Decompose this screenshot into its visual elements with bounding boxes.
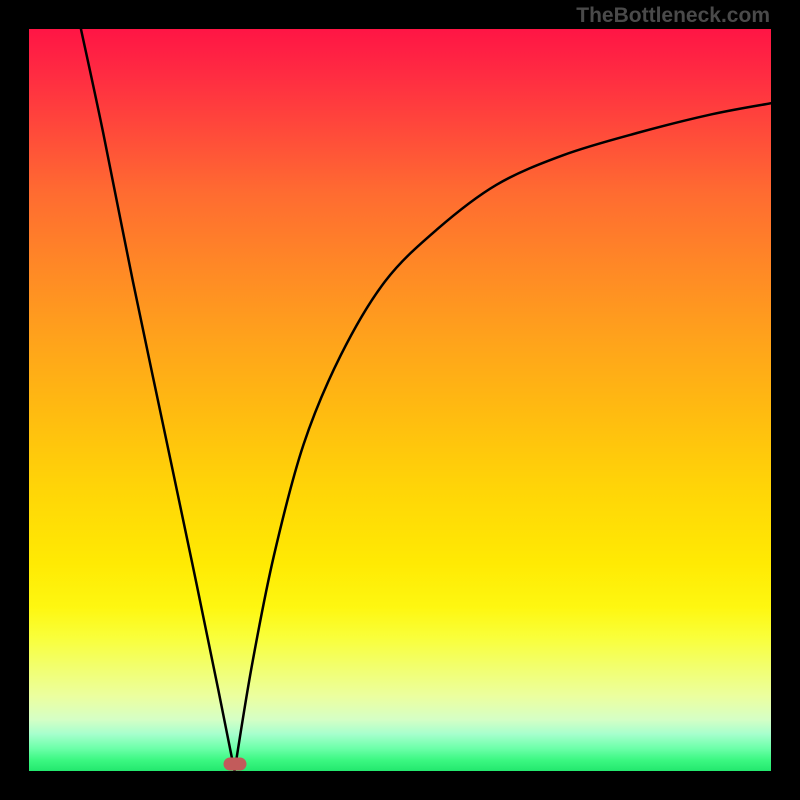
curve-path [81,29,771,771]
optimum-marker [223,757,246,770]
chart-frame [29,29,771,771]
attribution-text: TheBottleneck.com [576,4,770,28]
bottleneck-curve [29,29,771,771]
